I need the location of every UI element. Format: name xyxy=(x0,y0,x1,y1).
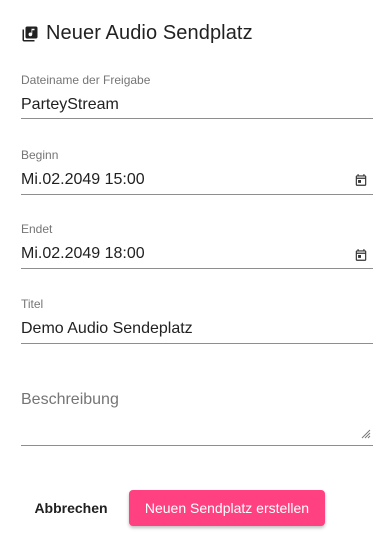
library-music-icon xyxy=(22,26,38,41)
description-textarea[interactable]: Beschreibung xyxy=(21,391,119,409)
dialog-header: Neuer Audio Sendplatz xyxy=(21,22,253,45)
end-underline xyxy=(21,268,373,269)
dialog-title: Neuer Audio Sendplatz xyxy=(46,22,253,44)
title-underline xyxy=(21,343,373,344)
title-input[interactable]: Demo Audio Sendeplatz xyxy=(21,319,373,339)
description-underline xyxy=(21,445,373,446)
filename-field[interactable]: Dateiname der Freigabe ParteyStream xyxy=(21,73,373,120)
title-field[interactable]: Titel Demo Audio Sendeplatz xyxy=(21,297,373,344)
create-slot-button[interactable]: Neuen Sendplatz erstellen xyxy=(129,490,325,526)
start-datetime-field[interactable]: Beginn Mi.02.2049 15:00 xyxy=(21,148,373,195)
start-underline xyxy=(21,194,373,195)
end-datetime-input[interactable]: Mi.02.2049 18:00 xyxy=(21,244,373,264)
end-label: Endet xyxy=(21,222,53,236)
title-label: Titel xyxy=(21,297,44,311)
calendar-icon[interactable] xyxy=(354,248,368,262)
calendar-icon[interactable] xyxy=(354,173,368,187)
start-datetime-input[interactable]: Mi.02.2049 15:00 xyxy=(21,170,373,190)
new-audio-slot-dialog: Neuer Audio Sendplatz Dateiname der Frei… xyxy=(0,0,390,537)
filename-underline xyxy=(21,118,373,119)
cancel-button[interactable]: Abbrechen xyxy=(22,490,120,526)
filename-label: Dateiname der Freigabe xyxy=(21,73,151,87)
start-label: Beginn xyxy=(21,148,59,162)
end-datetime-field[interactable]: Endet Mi.02.2049 18:00 xyxy=(21,222,373,269)
resize-handle-icon[interactable] xyxy=(361,429,371,439)
filename-input[interactable]: ParteyStream xyxy=(21,95,373,115)
